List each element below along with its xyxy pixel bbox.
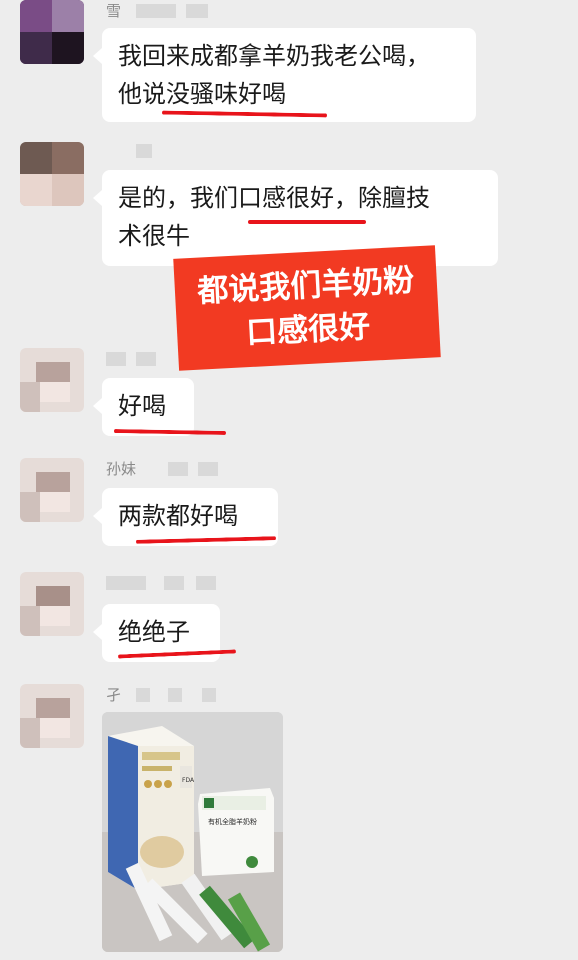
redacted-name-block (196, 576, 216, 590)
avatar-pixel (20, 606, 40, 636)
avatar-pixel (20, 382, 40, 412)
avatar-pixel (40, 492, 70, 512)
redacted-name-block (106, 576, 146, 590)
avatar-pixel (20, 174, 52, 206)
redacted-name-block (168, 688, 182, 702)
redacted-name-block (106, 352, 126, 366)
avatar-pixel (40, 718, 70, 738)
avatar-pixel (52, 142, 84, 174)
avatar-pixel (36, 698, 70, 718)
sender-name-text: 孙妹 (106, 460, 137, 478)
product-photo-image: FDA 有机全脂羊奶粉 (102, 712, 283, 952)
redacted-name-block (136, 688, 150, 702)
avatar-pixel (20, 492, 40, 522)
avatar-pixel (52, 0, 84, 32)
avatar[interactable] (20, 0, 84, 64)
message-line: 是的，我们口感很好，除膻技 (118, 184, 430, 212)
redacted-name-block (168, 462, 188, 476)
avatar-pixel (20, 142, 52, 174)
svg-text:FDA: FDA (182, 777, 195, 784)
message-line: 他说没骚味好喝 (118, 80, 286, 108)
avatar-pixel (36, 472, 70, 492)
avatar[interactable] (20, 348, 84, 412)
avatar-pixel (52, 174, 84, 206)
avatar-pixel (36, 586, 70, 606)
message-bubble[interactable]: 好喝 (93, 378, 194, 436)
avatar[interactable] (20, 142, 84, 206)
message-line: 我回来成都拿羊奶我老公喝， (118, 42, 430, 70)
redacted-name-block (136, 144, 152, 158)
avatar-pixel (52, 32, 84, 64)
sender-name: 孙妹 (106, 458, 218, 480)
avatar-pixel (40, 382, 70, 402)
sender-name-text: 孑 (106, 686, 122, 704)
svg-text:有机全脂羊奶粉: 有机全脂羊奶粉 (208, 817, 257, 826)
avatar[interactable] (20, 458, 84, 522)
sender-name-text: 雪 (106, 2, 122, 20)
redacted-name-block (198, 462, 218, 476)
avatar-pixel (36, 362, 70, 382)
redacted-name-block (136, 4, 176, 18)
sender-name: 雪 (106, 0, 208, 22)
sender-name: 孑 (106, 684, 216, 706)
red-underline (248, 220, 366, 224)
message-line: 两款都好喝 (118, 502, 238, 530)
avatar[interactable] (20, 572, 84, 636)
avatar[interactable] (20, 684, 84, 748)
promo-banner: 都说我们羊奶粉 口感很好 (173, 245, 441, 371)
redacted-name-block (136, 352, 156, 366)
redacted-name-block (202, 688, 216, 702)
avatar-pixel (40, 606, 70, 626)
avatar-pixel (20, 0, 52, 32)
redacted-name-block (186, 4, 208, 18)
message-line: 绝绝子 (118, 618, 190, 646)
product-photo[interactable]: FDA 有机全脂羊奶粉 (102, 712, 283, 952)
message-line: 好喝 (118, 392, 166, 420)
redacted-name-block (164, 576, 184, 590)
message-bubble[interactable]: 我回来成都拿羊奶我老公喝， 他说没骚味好喝 (93, 28, 476, 122)
avatar-pixel (20, 32, 52, 64)
avatar-pixel (20, 718, 40, 748)
